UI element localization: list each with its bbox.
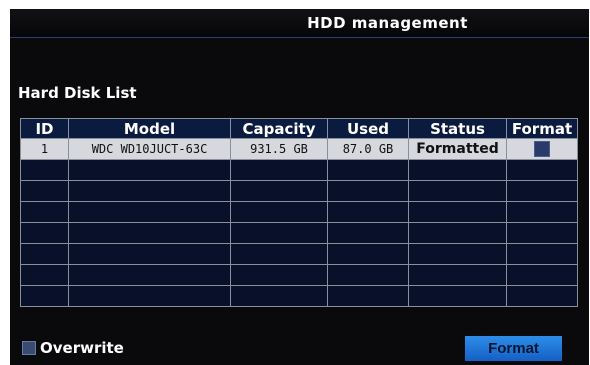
- empty-row: [20, 264, 578, 286]
- column-header-format: Format: [506, 118, 578, 139]
- column-header-status: Status: [408, 118, 507, 139]
- empty-row: [20, 285, 578, 307]
- cell-format: [506, 138, 578, 160]
- overwrite-label: Overwrite: [40, 339, 124, 357]
- column-header-used: Used: [327, 118, 409, 139]
- title-bar: HDD management: [10, 9, 589, 38]
- cell-used: 87.0 GB: [327, 138, 409, 160]
- cell-status: Formatted: [408, 138, 507, 160]
- column-header-id: ID: [20, 118, 69, 139]
- format-button[interactable]: Format: [465, 336, 562, 361]
- empty-row: [20, 180, 578, 202]
- empty-row: [20, 201, 578, 223]
- hard-disk-list-title: Hard Disk List: [18, 84, 137, 102]
- overwrite-checkbox[interactable]: [22, 341, 36, 355]
- cell-id: 1: [20, 138, 69, 160]
- column-header-capacity: Capacity: [230, 118, 328, 139]
- format-checkbox[interactable]: [534, 141, 550, 157]
- overwrite-option[interactable]: Overwrite: [22, 339, 124, 357]
- hard-disk-table: ID Model Capacity Used Status Format 1 W…: [20, 118, 578, 307]
- cell-model: WDC WD10JUCT-63C: [68, 138, 231, 160]
- cell-capacity: 931.5 GB: [230, 138, 328, 160]
- empty-row: [20, 222, 578, 244]
- table-header-row: ID Model Capacity Used Status Format: [20, 118, 578, 139]
- hdd-management-window: HDD management Hard Disk List ID Model C…: [10, 9, 589, 365]
- empty-row: [20, 159, 578, 181]
- empty-row: [20, 243, 578, 265]
- column-header-model: Model: [68, 118, 231, 139]
- table-row[interactable]: 1 WDC WD10JUCT-63C 931.5 GB 87.0 GB Form…: [20, 138, 578, 160]
- window-title: HDD management: [307, 14, 468, 32]
